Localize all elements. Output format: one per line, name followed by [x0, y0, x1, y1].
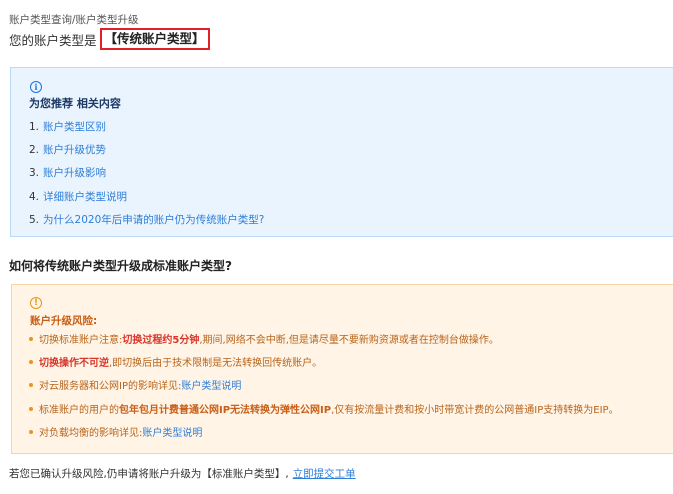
- account-type-value: 【传统账户类型】: [99, 28, 210, 50]
- footer-text: 若您已确认升级风险,仍申请将账户升级为【标准账户类型】,: [9, 468, 289, 480]
- list-item-number: 2.: [29, 144, 40, 157]
- upgrade-section-heading: 如何将传统账户类型升级成标准账户类型?: [9, 259, 232, 273]
- risk-item-text: ,期间,网络不会中断,但是请尽量不要新购资源或者在控制台做操作。: [199, 335, 499, 346]
- list-item: 4. 详细账户类型说明: [29, 190, 264, 213]
- bullet-icon: [29, 429, 33, 434]
- bullet-icon: [29, 383, 33, 388]
- risk-item-text: 对云服务器和公网IP的影响详见:: [39, 381, 182, 393]
- warning-icon: !: [30, 297, 42, 309]
- recommendation-link-account-type-details[interactable]: 详细账户类型说明: [43, 191, 127, 203]
- risk-item-text: 标准账户的用户的: [39, 404, 119, 416]
- breadcrumb: 账户类型查询/账户类型升级: [9, 14, 139, 26]
- list-item: 标准账户的用户的包年包月计费普通公网IP无法转换为弹性公网IP,仅有按流量计费和…: [29, 404, 619, 427]
- risk-item-text: 切换标准账户注意:: [39, 335, 123, 346]
- list-item-number: 1.: [29, 121, 40, 133]
- recommendation-panel: i 为您推荐 相关内容 1. 账户类型区别 2. 账户升级优势 3. 账户升级影响 4…: [10, 67, 673, 237]
- recommendation-link-upgrade-impact[interactable]: 账户升级影响: [43, 167, 106, 179]
- list-item: 对负载均衡的影响详见:账户类型说明: [29, 427, 619, 450]
- account-type-doc-link[interactable]: 账户类型说明: [181, 381, 241, 392]
- risk-item-text: 对负载均衡的影响详见:: [39, 427, 143, 439]
- list-item: 3. 账户升级影响: [29, 166, 264, 189]
- bullet-icon: [29, 360, 33, 365]
- list-item: 1. 账户类型区别: [29, 120, 264, 143]
- risk-item-text: ,仅有按流量计费和按小时带宽计费的公网普通IP支持转换为EIP。: [331, 404, 619, 416]
- risk-item-text: ,即切换后由于技术限制是无法转换回传统账户。: [109, 358, 323, 370]
- account-type-doc-link[interactable]: 账户类型说明: [142, 428, 202, 439]
- recommendation-link-account-type-difference[interactable]: 账户类型区别: [43, 121, 106, 133]
- recommendation-link-upgrade-advantages[interactable]: 账户升级优势: [43, 144, 106, 156]
- list-item: 切换操作不可逆,即切换后由于技术限制是无法转换回传统账户。: [29, 357, 619, 380]
- bullet-icon: [29, 406, 33, 411]
- upgrade-risk-panel: ! 账户升级风险: 切换标准账户注意:切换过程约5分钟,期间,网络不会中断,但是…: [11, 284, 673, 454]
- account-type-label: 您的账户类型是: [9, 32, 97, 48]
- list-item-number: 3.: [29, 167, 40, 180]
- recommendation-link-why-traditional[interactable]: 为什么2020年后申请的账户仍为传统账户类型?: [43, 214, 264, 226]
- info-icon: i: [30, 81, 42, 93]
- list-item: 5. 为什么2020年后申请的账户仍为传统账户类型?: [29, 213, 264, 236]
- footer-confirmation: 若您已确认升级风险,仍申请将账户升级为【标准账户类型】, 立即提交工单: [9, 466, 356, 481]
- risk-item-emphasis: 切换操作不可逆: [39, 358, 109, 370]
- recommendation-list: 1. 账户类型区别 2. 账户升级优势 3. 账户升级影响 4. 详细账户类型说明 5.…: [29, 120, 264, 236]
- risk-item-emphasis: 切换过程约5分钟: [122, 335, 200, 346]
- risk-item-emphasis: 包年包月计费普通公网IP无法转换为弹性公网IP: [119, 404, 332, 416]
- list-item: 切换标准账户注意:切换过程约5分钟,期间,网络不会中断,但是请尽量不要新购资源或…: [29, 334, 619, 357]
- risk-list: 切换标准账户注意:切换过程约5分钟,期间,网络不会中断,但是请尽量不要新购资源或…: [29, 334, 619, 450]
- bullet-icon: [29, 337, 33, 341]
- submit-ticket-link[interactable]: 立即提交工单: [293, 468, 356, 480]
- list-item: 对云服务器和公网IP的影响详见:账户类型说明: [29, 380, 619, 403]
- list-item: 2. 账户升级优势: [29, 143, 264, 166]
- list-item-number: 5.: [29, 213, 40, 226]
- account-type-line: 您的账户类型是 【传统账户类型】: [9, 27, 210, 51]
- recommendation-title: 为您推荐 相关内容: [29, 97, 121, 110]
- list-item-number: 4.: [29, 190, 40, 203]
- risk-title: 账户升级风险:: [30, 315, 98, 327]
